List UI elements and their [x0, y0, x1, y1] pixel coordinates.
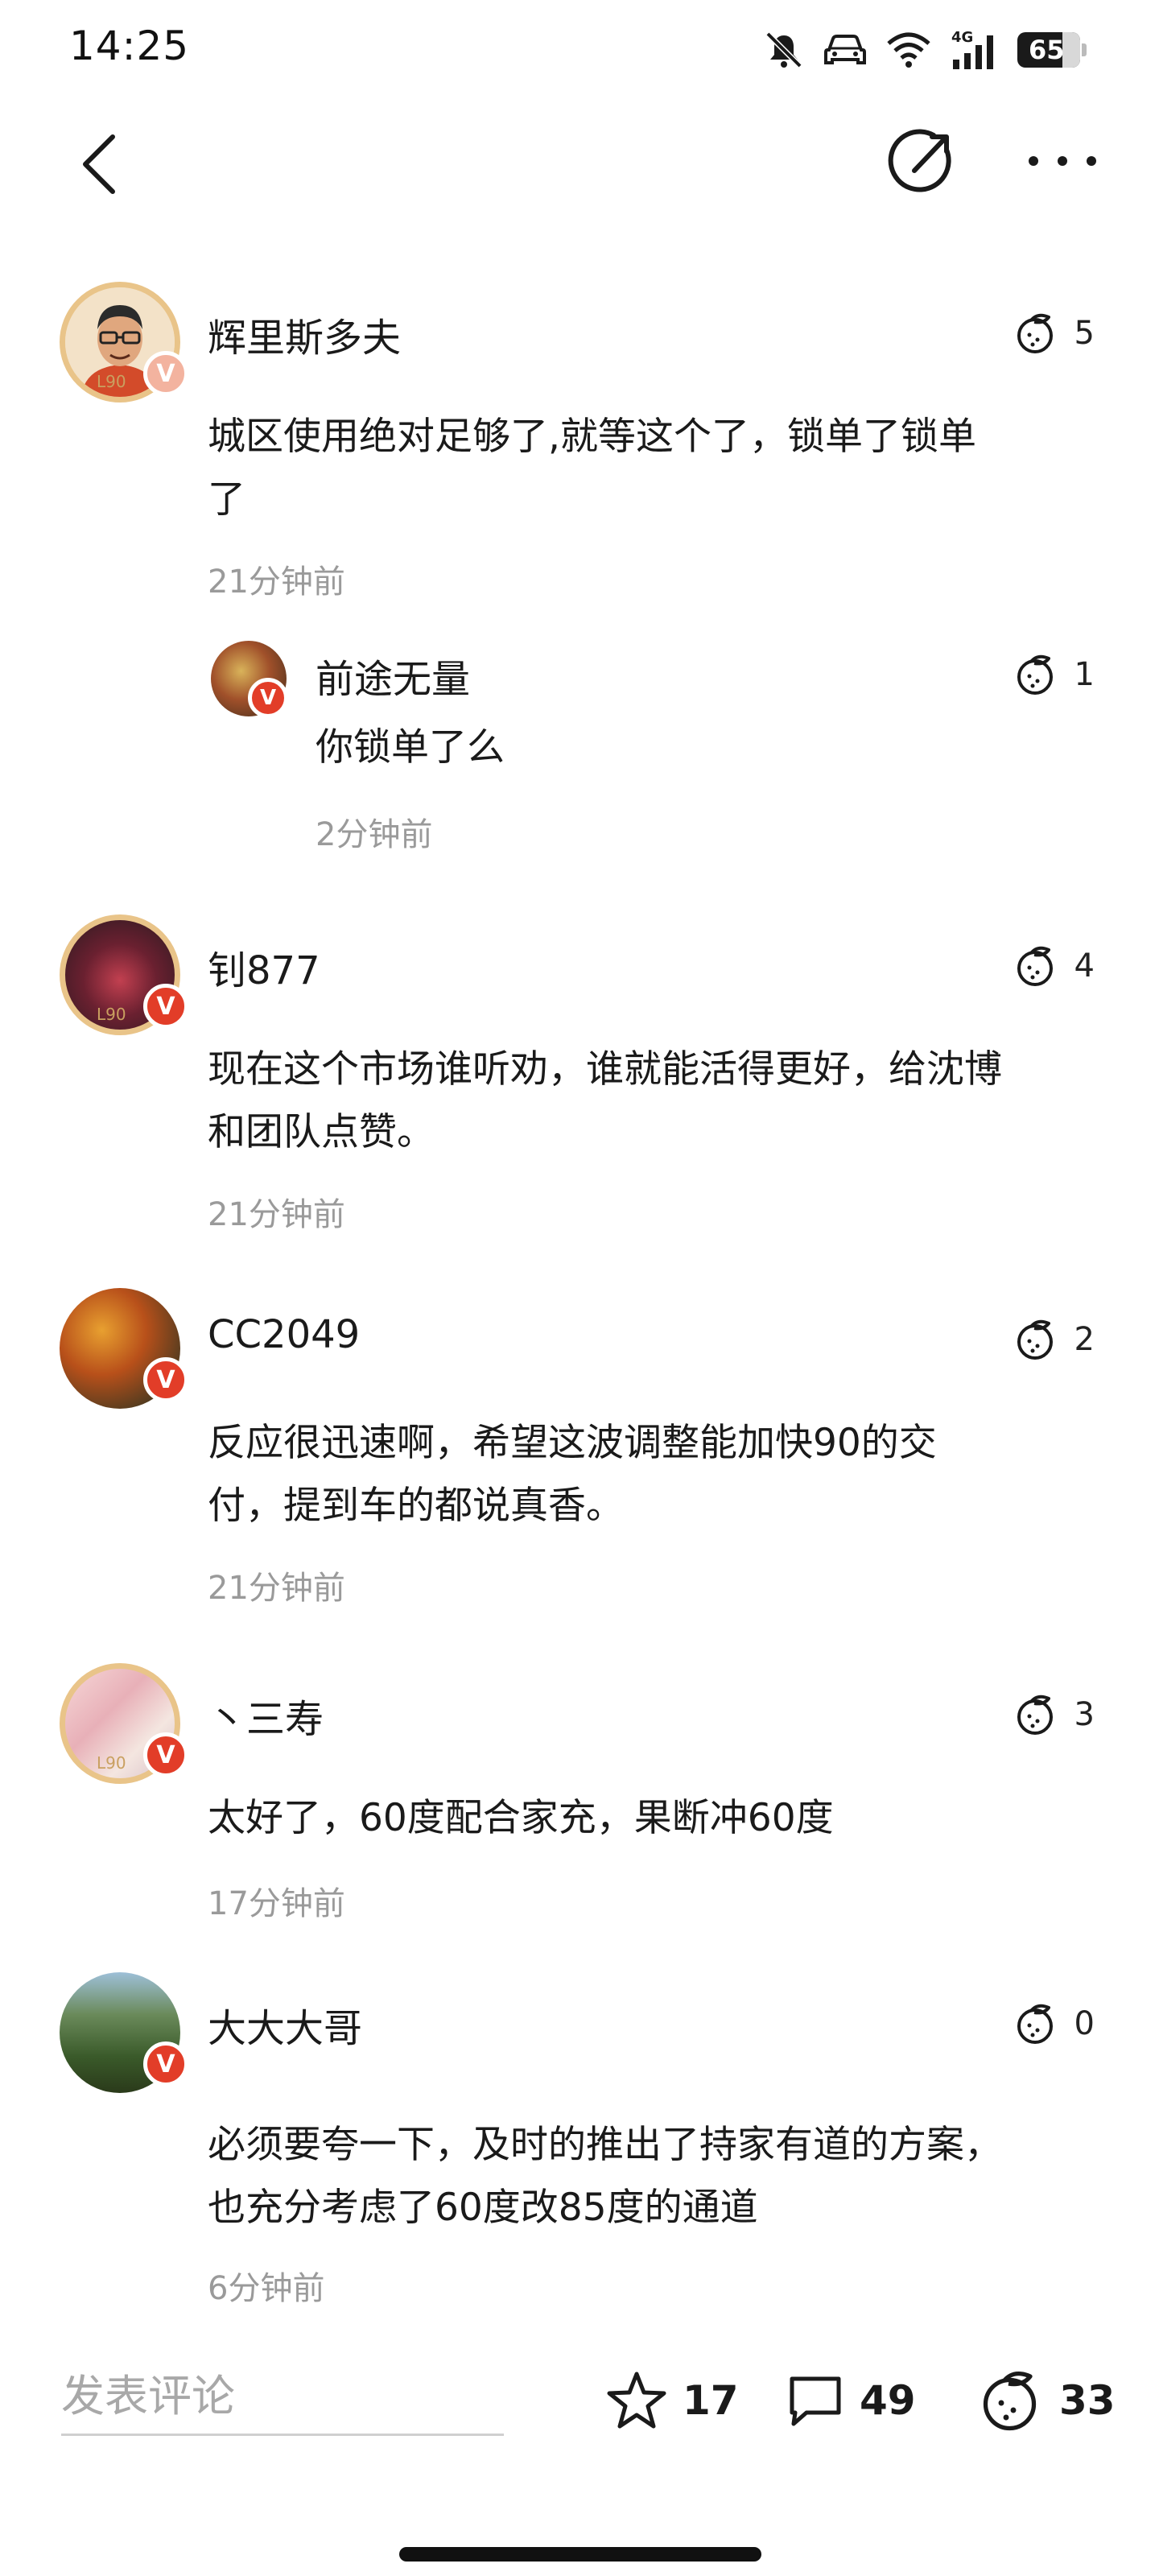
avatar[interactable]: V [60, 1288, 188, 1409]
comment-username[interactable]: 大大大哥 [208, 1996, 362, 2053]
level-label: L90 [97, 372, 126, 391]
reply-like-button[interactable]: 1 [1013, 652, 1095, 697]
like-button[interactable]: 5 [1013, 311, 1095, 356]
nav-bar [0, 113, 1159, 209]
verified-badge-icon: V [143, 1357, 188, 1402]
orange-like-icon [1017, 1695, 1053, 1735]
comment-input[interactable]: 发表评论 [61, 2351, 504, 2436]
avatar[interactable]: L90 V [60, 914, 188, 1035]
battery-icon: 65 [1017, 32, 1087, 68]
orange-like-icon [1017, 2004, 1053, 2044]
like-button[interactable]: 3 [1013, 1692, 1095, 1737]
favorite-button[interactable]: 17 [605, 2368, 739, 2433]
level-label: L90 [97, 1753, 126, 1773]
verified-badge-icon: V [143, 1732, 188, 1777]
orange-like-icon [1017, 946, 1053, 986]
reply-username[interactable]: 前途无量 [316, 647, 470, 704]
orange-like-icon [983, 2372, 1037, 2431]
back-button[interactable] [66, 122, 138, 203]
status-time: 14:25 [69, 23, 190, 69]
comment-username[interactable]: 钊877 [208, 939, 320, 995]
more-button[interactable] [1014, 137, 1111, 185]
car-icon [824, 35, 866, 64]
share-button[interactable] [882, 121, 963, 201]
comment-bubble-icon [790, 2376, 841, 2426]
signal-4g-icon: 4G [951, 29, 993, 69]
reply-time: 2分钟前 [316, 816, 433, 853]
comment-username[interactable]: 辉里斯多夫 [208, 306, 401, 362]
comment-text: 反应很迅速啊，希望这波调整能加快90的交 付，提到车的都说真香。 [208, 1421, 937, 1528]
comment-time: 6分钟前 [208, 2270, 325, 2307]
orange-like-icon [1017, 1319, 1053, 1360]
comments-button[interactable]: 49 [786, 2368, 916, 2433]
verified-badge-icon: V [143, 351, 188, 396]
like-count: 0 [1074, 2005, 1095, 2042]
comment-time: 21分钟前 [208, 1570, 345, 1607]
like-count: 5 [1074, 315, 1095, 352]
like-total-button[interactable]: 33 [977, 2368, 1116, 2433]
like-count: 2 [1074, 1321, 1095, 1358]
comment-text: 太好了，60度配合家充，果断冲60度 [208, 1796, 834, 1840]
like-button[interactable]: 0 [1013, 2001, 1095, 2046]
avatar[interactable]: L90 V [60, 1663, 188, 1784]
svg-text:4G: 4G [951, 29, 973, 46]
level-label: L90 [97, 1005, 126, 1024]
orange-like-icon [1017, 654, 1053, 695]
comment-text: 城区使用绝对足够了,就等这个了，锁单了锁单 了 [208, 415, 976, 522]
orange-like-icon [1017, 313, 1053, 353]
like-count: 4 [1074, 947, 1095, 985]
comment-text: 必须要夸一下，及时的推出了持家有道的方案， 也充分考虑了60度改85度的通道 [208, 2123, 1002, 2230]
star-icon [607, 2372, 666, 2429]
status-icons: 4G 65 [763, 24, 1087, 76]
comment-time: 21分钟前 [208, 1196, 345, 1233]
comment-count: 49 [860, 2377, 916, 2424]
verified-badge-icon: V [143, 2041, 188, 2087]
avatar[interactable]: V [60, 1972, 188, 2093]
like-total-count: 33 [1059, 2377, 1116, 2424]
verified-badge-icon: V [248, 678, 288, 718]
comment-time: 21分钟前 [208, 564, 345, 601]
like-button[interactable]: 4 [1013, 943, 1095, 989]
more-icon [1029, 156, 1096, 166]
status-bar: 14:25 4G 65 [0, 0, 1159, 97]
battery-level: 65 [1029, 35, 1065, 65]
like-count: 1 [1074, 656, 1095, 693]
chevron-left-icon [83, 134, 115, 194]
verified-badge-icon: V [143, 984, 188, 1029]
home-indicator[interactable] [399, 2547, 761, 2562]
bottom-bar: 发表评论 17 49 33 [0, 2351, 1159, 2512]
mute-icon [765, 31, 802, 68]
share-icon [888, 129, 951, 192]
like-count: 3 [1074, 1696, 1095, 1733]
favorite-count: 17 [683, 2377, 739, 2424]
reply-text: 你锁单了么 [316, 725, 505, 770]
like-button[interactable]: 2 [1013, 1317, 1095, 1362]
comment-time: 17分钟前 [208, 1885, 345, 1922]
comment-username[interactable]: 丶三寿 [208, 1687, 324, 1744]
reply-avatar[interactable]: V [211, 641, 288, 718]
comment-username[interactable]: CC2049 [208, 1312, 360, 1357]
comment-text: 现在这个市场谁听劝，谁就能活得更好，给沈博 和团队点赞。 [208, 1047, 1002, 1154]
wifi-icon [887, 32, 930, 68]
avatar[interactable]: L90 V [60, 282, 188, 402]
